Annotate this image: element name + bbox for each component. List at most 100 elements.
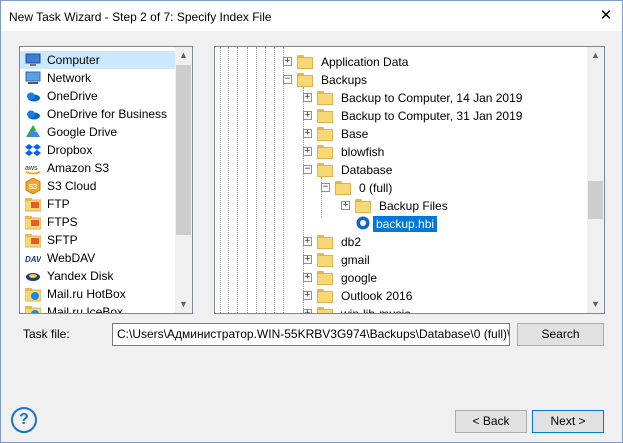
- location-item-label: Dropbox: [47, 143, 93, 157]
- scroll-down-icon[interactable]: ▼: [175, 296, 192, 313]
- expand-icon[interactable]: +: [303, 309, 312, 313]
- tree-folder[interactable]: blowfish: [317, 143, 387, 161]
- tree-folder[interactable]: Base: [317, 125, 371, 143]
- tree-line: [256, 47, 257, 313]
- tree-folder[interactable]: google: [317, 269, 380, 287]
- tree-line: [283, 47, 284, 313]
- location-item-onedrive-business[interactable]: OneDrive for Business: [20, 105, 176, 123]
- collapse-icon[interactable]: −: [283, 75, 292, 84]
- google-drive-icon: [24, 124, 42, 140]
- location-item-yandex-disk[interactable]: Yandex Disk: [20, 267, 176, 285]
- scroll-thumb[interactable]: [176, 65, 191, 235]
- tree-item-label: Backups: [321, 73, 368, 87]
- sftp-icon: [24, 232, 42, 248]
- location-item-label: SFTP: [47, 233, 78, 247]
- location-item-mailru-icebox[interactable]: Mail.ru IceBox: [20, 303, 176, 314]
- location-item-sftp[interactable]: SFTP: [20, 231, 176, 249]
- folder-tree-scrollbar[interactable]: ▲ ▼: [587, 47, 604, 313]
- tree-folder[interactable]: db2: [317, 233, 364, 251]
- folder-icon: [317, 163, 333, 177]
- tree-item-label: google: [341, 271, 378, 285]
- expand-icon[interactable]: +: [283, 57, 292, 66]
- tree-item-label: blowfish: [341, 145, 385, 159]
- back-button[interactable]: < Back: [455, 410, 527, 433]
- location-item-label: Google Drive: [47, 125, 118, 139]
- tree-line: [274, 47, 275, 313]
- expand-icon[interactable]: +: [303, 93, 312, 102]
- location-item-ftp[interactable]: FTP: [20, 195, 176, 213]
- tree-folder[interactable]: Backup Files: [355, 197, 451, 215]
- tree-folder[interactable]: win-lib-music: [317, 305, 413, 314]
- tree-folder[interactable]: Database: [317, 161, 395, 179]
- location-item-mailru-hotbox[interactable]: Mail.ru HotBox: [20, 285, 176, 303]
- location-list-scrollbar[interactable]: ▲ ▼: [175, 47, 192, 313]
- location-item-google-drive[interactable]: Google Drive: [20, 123, 176, 141]
- expand-icon[interactable]: +: [303, 129, 312, 138]
- tree-item-label: win-lib-music: [341, 307, 411, 314]
- expand-icon[interactable]: +: [303, 111, 312, 120]
- tree-item-label: Application Data: [321, 55, 409, 69]
- tree-folder[interactable]: Backup to Computer, 31 Jan 2019: [317, 107, 525, 125]
- location-item-network[interactable]: Network: [20, 69, 176, 87]
- yandex-disk-icon: [24, 268, 42, 284]
- folder-icon: [297, 55, 313, 69]
- location-item-label: FTPS: [47, 215, 78, 229]
- svg-text:DAV: DAV: [25, 255, 41, 264]
- scroll-up-icon[interactable]: ▲: [175, 47, 192, 64]
- next-button[interactable]: Next >: [532, 410, 604, 433]
- tree-line: [220, 47, 221, 313]
- folder-tree-panel[interactable]: + Application Data − Backups + Backup to Comp…: [214, 46, 605, 314]
- folder-icon: [317, 91, 333, 105]
- expand-icon[interactable]: +: [303, 237, 312, 246]
- tree-item-label: Backup to Computer, 31 Jan 2019: [341, 109, 523, 123]
- folder-icon: [317, 109, 333, 123]
- collapse-icon[interactable]: −: [321, 183, 330, 192]
- location-item-label: WebDAV: [47, 251, 96, 265]
- tree-file[interactable]: backup.hbi: [355, 215, 438, 233]
- folder-icon: [297, 73, 313, 87]
- tree-folder[interactable]: Outlook 2016: [317, 287, 415, 305]
- help-icon[interactable]: ?: [11, 407, 37, 433]
- location-item-onedrive[interactable]: OneDrive: [20, 87, 176, 105]
- location-item-computer[interactable]: Computer: [20, 51, 176, 69]
- scroll-down-icon[interactable]: ▼: [587, 296, 604, 313]
- folder-icon: [335, 181, 351, 195]
- scroll-up-icon[interactable]: ▲: [587, 47, 604, 64]
- expand-icon[interactable]: +: [341, 201, 350, 210]
- ftps-icon: [24, 214, 42, 230]
- expand-icon[interactable]: +: [303, 255, 312, 264]
- onedrive-business-icon: [24, 106, 42, 122]
- location-list-panel[interactable]: Computer Network OneDrive OneDrive for Busi…: [19, 46, 193, 314]
- folder-icon: [317, 127, 333, 141]
- folder-icon: [317, 289, 333, 303]
- close-icon[interactable]: ✕: [590, 1, 622, 31]
- scroll-thumb[interactable]: [588, 181, 603, 219]
- expand-icon[interactable]: +: [303, 147, 312, 156]
- amazon-s3-icon: aws: [24, 160, 42, 176]
- location-item-ftps[interactable]: FTPS: [20, 213, 176, 231]
- tree-folder[interactable]: gmail: [317, 251, 373, 269]
- location-item-label: Mail.ru IceBox: [47, 305, 124, 314]
- folder-icon: [317, 253, 333, 267]
- location-item-s3-cloud[interactable]: S3 S3 Cloud: [20, 177, 176, 195]
- tree-folder[interactable]: Backup to Computer, 14 Jan 2019: [317, 89, 525, 107]
- location-item-label: OneDrive for Business: [47, 107, 168, 121]
- location-item-label: FTP: [47, 197, 70, 211]
- expand-icon[interactable]: +: [303, 273, 312, 282]
- title-bar: New Task Wizard - Step 2 of 7: Specify I…: [1, 1, 622, 31]
- location-item-amazon-s3[interactable]: aws Amazon S3: [20, 159, 176, 177]
- search-button[interactable]: Search: [517, 323, 604, 346]
- task-file-input[interactable]: C:\Users\Администратор.WIN-55KRBV3G974\B…: [112, 323, 510, 346]
- tree-folder[interactable]: Backups: [297, 71, 370, 89]
- svg-text:aws: aws: [25, 165, 38, 172]
- tree-folder[interactable]: 0 (full): [335, 179, 395, 197]
- tree-folder[interactable]: Application Data: [297, 53, 411, 71]
- tree-line: [237, 47, 238, 313]
- window-title: New Task Wizard - Step 2 of 7: Specify I…: [9, 10, 272, 24]
- collapse-icon[interactable]: −: [303, 165, 312, 174]
- location-item-dropbox[interactable]: Dropbox: [20, 141, 176, 159]
- computer-icon: [24, 52, 42, 68]
- tree-line: [247, 47, 248, 313]
- location-item-webdav[interactable]: DAV WebDAV: [20, 249, 176, 267]
- expand-icon[interactable]: +: [303, 291, 312, 300]
